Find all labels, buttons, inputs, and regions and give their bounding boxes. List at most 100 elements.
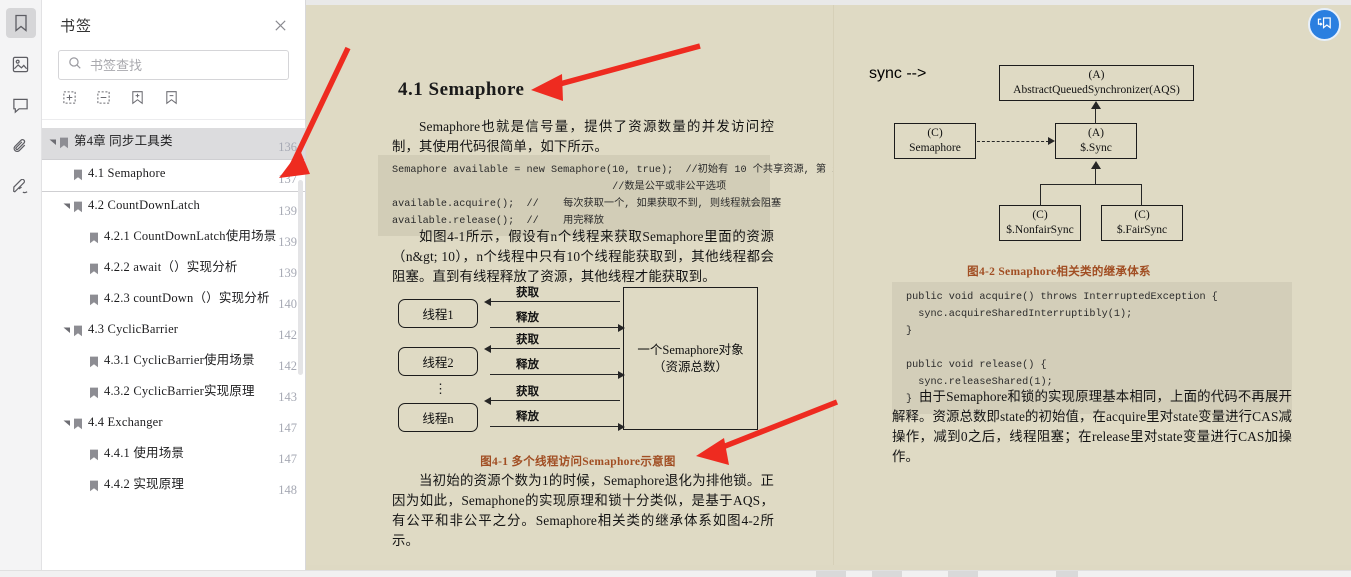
figure2-box-name: $.FairSync <box>1116 224 1168 236</box>
rail-item-bookmarks[interactable] <box>5 8 36 38</box>
bookmark-item-page: 137 <box>278 172 297 186</box>
bookmark-panel-header: 书签 <box>42 0 305 50</box>
search-icon <box>68 56 82 75</box>
close-icon[interactable] <box>269 14 291 36</box>
bottom-toolbar[interactable] <box>0 570 1351 577</box>
paragraph-figure-ref: 如图4-1所示，假设有n个线程来获取Semaphore里面的资源（n&gt; 1… <box>392 229 774 284</box>
figure2-box-name: AbstractQueuedSynchronizer(AQS) <box>1013 84 1180 96</box>
bookmark-item-page: 139 <box>278 235 297 249</box>
paragraph-intro: Semaphore也就是信号量，提供了资源数量的并发访问控制，其使用代码很简单，… <box>392 119 774 154</box>
chevron-down-icon[interactable] <box>48 138 58 146</box>
figure1-ellipsis: ⋮ <box>434 381 449 396</box>
box-plus-icon <box>62 90 77 110</box>
bookmark-icon <box>73 417 84 435</box>
bookmark-item-label: 4.2.1 CountDownLatch使用场景 <box>104 229 277 243</box>
bookmark-item-label: 4.4 Exchanger <box>88 415 163 429</box>
remove-bookmark-button[interactable] <box>162 91 180 109</box>
bookmark-icon <box>89 479 100 497</box>
bookmark-tree-item[interactable]: 4.3.2 CyclicBarrier实现原理 143 <box>42 378 305 409</box>
rail-item-comments[interactable] <box>6 90 36 120</box>
bookmark-search-area <box>42 50 305 80</box>
figure1-acquire-label: 获取 <box>516 386 539 398</box>
rail-item-thumbnails[interactable] <box>6 49 36 79</box>
bookmark-icon <box>89 355 100 373</box>
collapse-all-button[interactable] <box>94 91 112 109</box>
bookmark-tree-item[interactable]: 4.3 CyclicBarrier 142 <box>42 316 305 347</box>
figure1-acquire-label: 获取 <box>516 334 539 346</box>
expand-all-button[interactable] <box>60 91 78 109</box>
bookmark-item-label: 4.3.2 CyclicBarrier实现原理 <box>104 384 255 398</box>
bookmark-tree[interactable]: 第4章 同步工具类 136 4.1 Semaphore 137 4.2 CountDow… <box>42 128 305 577</box>
signature-icon <box>12 178 29 196</box>
bookmark-tree-item[interactable]: 4.3.1 CyclicBarrier使用场景 142 <box>42 347 305 378</box>
bookmark-item-label: 4.4.1 使用场景 <box>104 446 185 460</box>
bookmark-tree-item[interactable]: 4.2 CountDownLatch 139 <box>42 192 305 223</box>
search-box[interactable] <box>58 50 289 80</box>
bookmark-item-label: 4.3 CyclicBarrier <box>88 322 179 336</box>
rail-item-attachments[interactable] <box>6 131 36 161</box>
bookmark-icon <box>73 324 84 342</box>
bookmark-tree-item[interactable]: 第4章 同步工具类 136 <box>42 128 305 159</box>
bookmark-item-label: 4.2.3 countDown（）实现分析 <box>104 291 270 305</box>
figure2-box-name: $.NonfairSync <box>1006 224 1074 236</box>
figure2-box-kind: (A) <box>1088 127 1104 139</box>
chevron-down-icon[interactable] <box>62 326 72 334</box>
bookmark-tree-item[interactable]: 4.4.2 实现原理 148 <box>42 471 305 502</box>
bookmark-tree-item[interactable]: 4.4 Exchanger 147 <box>42 409 305 440</box>
figure2-box-fairsync: (C) $.FairSync <box>1101 205 1183 241</box>
figure2-box-sync: (A) $.Sync <box>1055 123 1137 159</box>
comment-icon <box>12 97 29 114</box>
figure2-box-nonfairsync: (C) $.NonfairSync <box>999 205 1081 241</box>
paragraph-state-cas: 由于Semaphore和锁的实现原理基本相同，上面的代码不再展开解释。资源总数即… <box>892 389 1292 464</box>
document-page-right: (A) AbstractQueuedSynchronizer(AQS) (C) … <box>834 5 1351 565</box>
bookmark-item-page: 142 <box>278 359 297 373</box>
bookmark-icon <box>13 14 29 32</box>
bookmark-tree-item[interactable]: 4.4.1 使用场景 147 <box>42 440 305 471</box>
panel-title: 书签 <box>60 17 93 35</box>
bookmark-panel-scrollbar[interactable] <box>298 180 303 375</box>
chevron-down-icon[interactable] <box>62 419 72 427</box>
bookmark-icon <box>73 200 84 218</box>
figure-1-caption: 图4-1 多个线程访问Semaphore示意图 <box>480 456 676 468</box>
bookmark-icon <box>89 386 100 404</box>
bookmark-icon <box>89 293 100 311</box>
bookmark-item-page: 143 <box>278 390 297 404</box>
figure1-object-line2: （资源总数） <box>652 359 728 374</box>
add-bookmark-fab[interactable] <box>1308 8 1341 41</box>
bookmark-item-page: 139 <box>278 266 297 280</box>
bookmark-item-page: 148 <box>278 483 297 497</box>
chevron-down-icon[interactable] <box>62 202 72 210</box>
bookmark-toolbar <box>42 80 305 120</box>
bookmark-tree-item[interactable]: 4.2.3 countDown（）实现分析 140 <box>42 285 305 316</box>
figure2-box-kind: (C) <box>1032 209 1048 221</box>
figure1-release-label: 释放 <box>516 359 539 371</box>
bookmark-item-label: 4.3.1 CyclicBarrier使用场景 <box>104 353 255 367</box>
add-bookmark-button[interactable] <box>128 91 146 109</box>
figure2-box-name: Semaphore <box>909 142 961 154</box>
bookmark-item-page: 142 <box>278 328 297 342</box>
search-input[interactable] <box>90 57 279 73</box>
bookmark-item-label: 第4章 同步工具类 <box>74 134 173 148</box>
figure2-box-semaphore: (C) Semaphore <box>894 123 976 159</box>
bookmark-tree-item[interactable]: 4.1 Semaphore 137 <box>42 159 305 192</box>
rail-item-signature[interactable] <box>6 172 36 202</box>
figure2-box-kind: (C) <box>1134 209 1150 221</box>
pdf-reader-window: 书签 书签查找 第4章 同步工具类 136 4.1 Semaphore 137 … <box>0 0 1351 577</box>
figure1-thread-box: 线程1 <box>398 299 478 328</box>
bookmark-item-label: 4.4.2 实现原理 <box>104 477 185 491</box>
figure1-acquire-label: 获取 <box>516 287 539 299</box>
bookmark-tree-item[interactable]: 4.2.1 CountDownLatch使用场景 139 <box>42 223 305 254</box>
bookmark-item-page: 136 <box>278 140 297 154</box>
bookmark-icon <box>73 168 84 186</box>
figure-2-class-hierarchy: (A) AbstractQueuedSynchronizer(AQS) (C) … <box>869 65 1299 260</box>
figure1-release-label: 释放 <box>516 312 539 324</box>
figure1-release-label: 释放 <box>516 411 539 423</box>
bookmark-tree-item[interactable]: 4.2.2 await（）实现分析 139 <box>42 254 305 285</box>
paperclip-icon <box>12 138 29 155</box>
figure-2-caption: 图4-2 Semaphore相关类的继承体系 <box>967 266 1151 278</box>
bookmark-add-icon <box>1316 14 1333 36</box>
bookmark-minus-icon <box>164 90 179 110</box>
document-viewer[interactable]: 4.1 Semaphore Semaphore也就是信号量，提供了资源数量的并发… <box>306 0 1351 577</box>
bookmark-icon <box>59 136 70 154</box>
bookmark-panel: 书签 书签查找 第4章 同步工具类 136 4.1 Semaphore 137 … <box>42 0 306 577</box>
